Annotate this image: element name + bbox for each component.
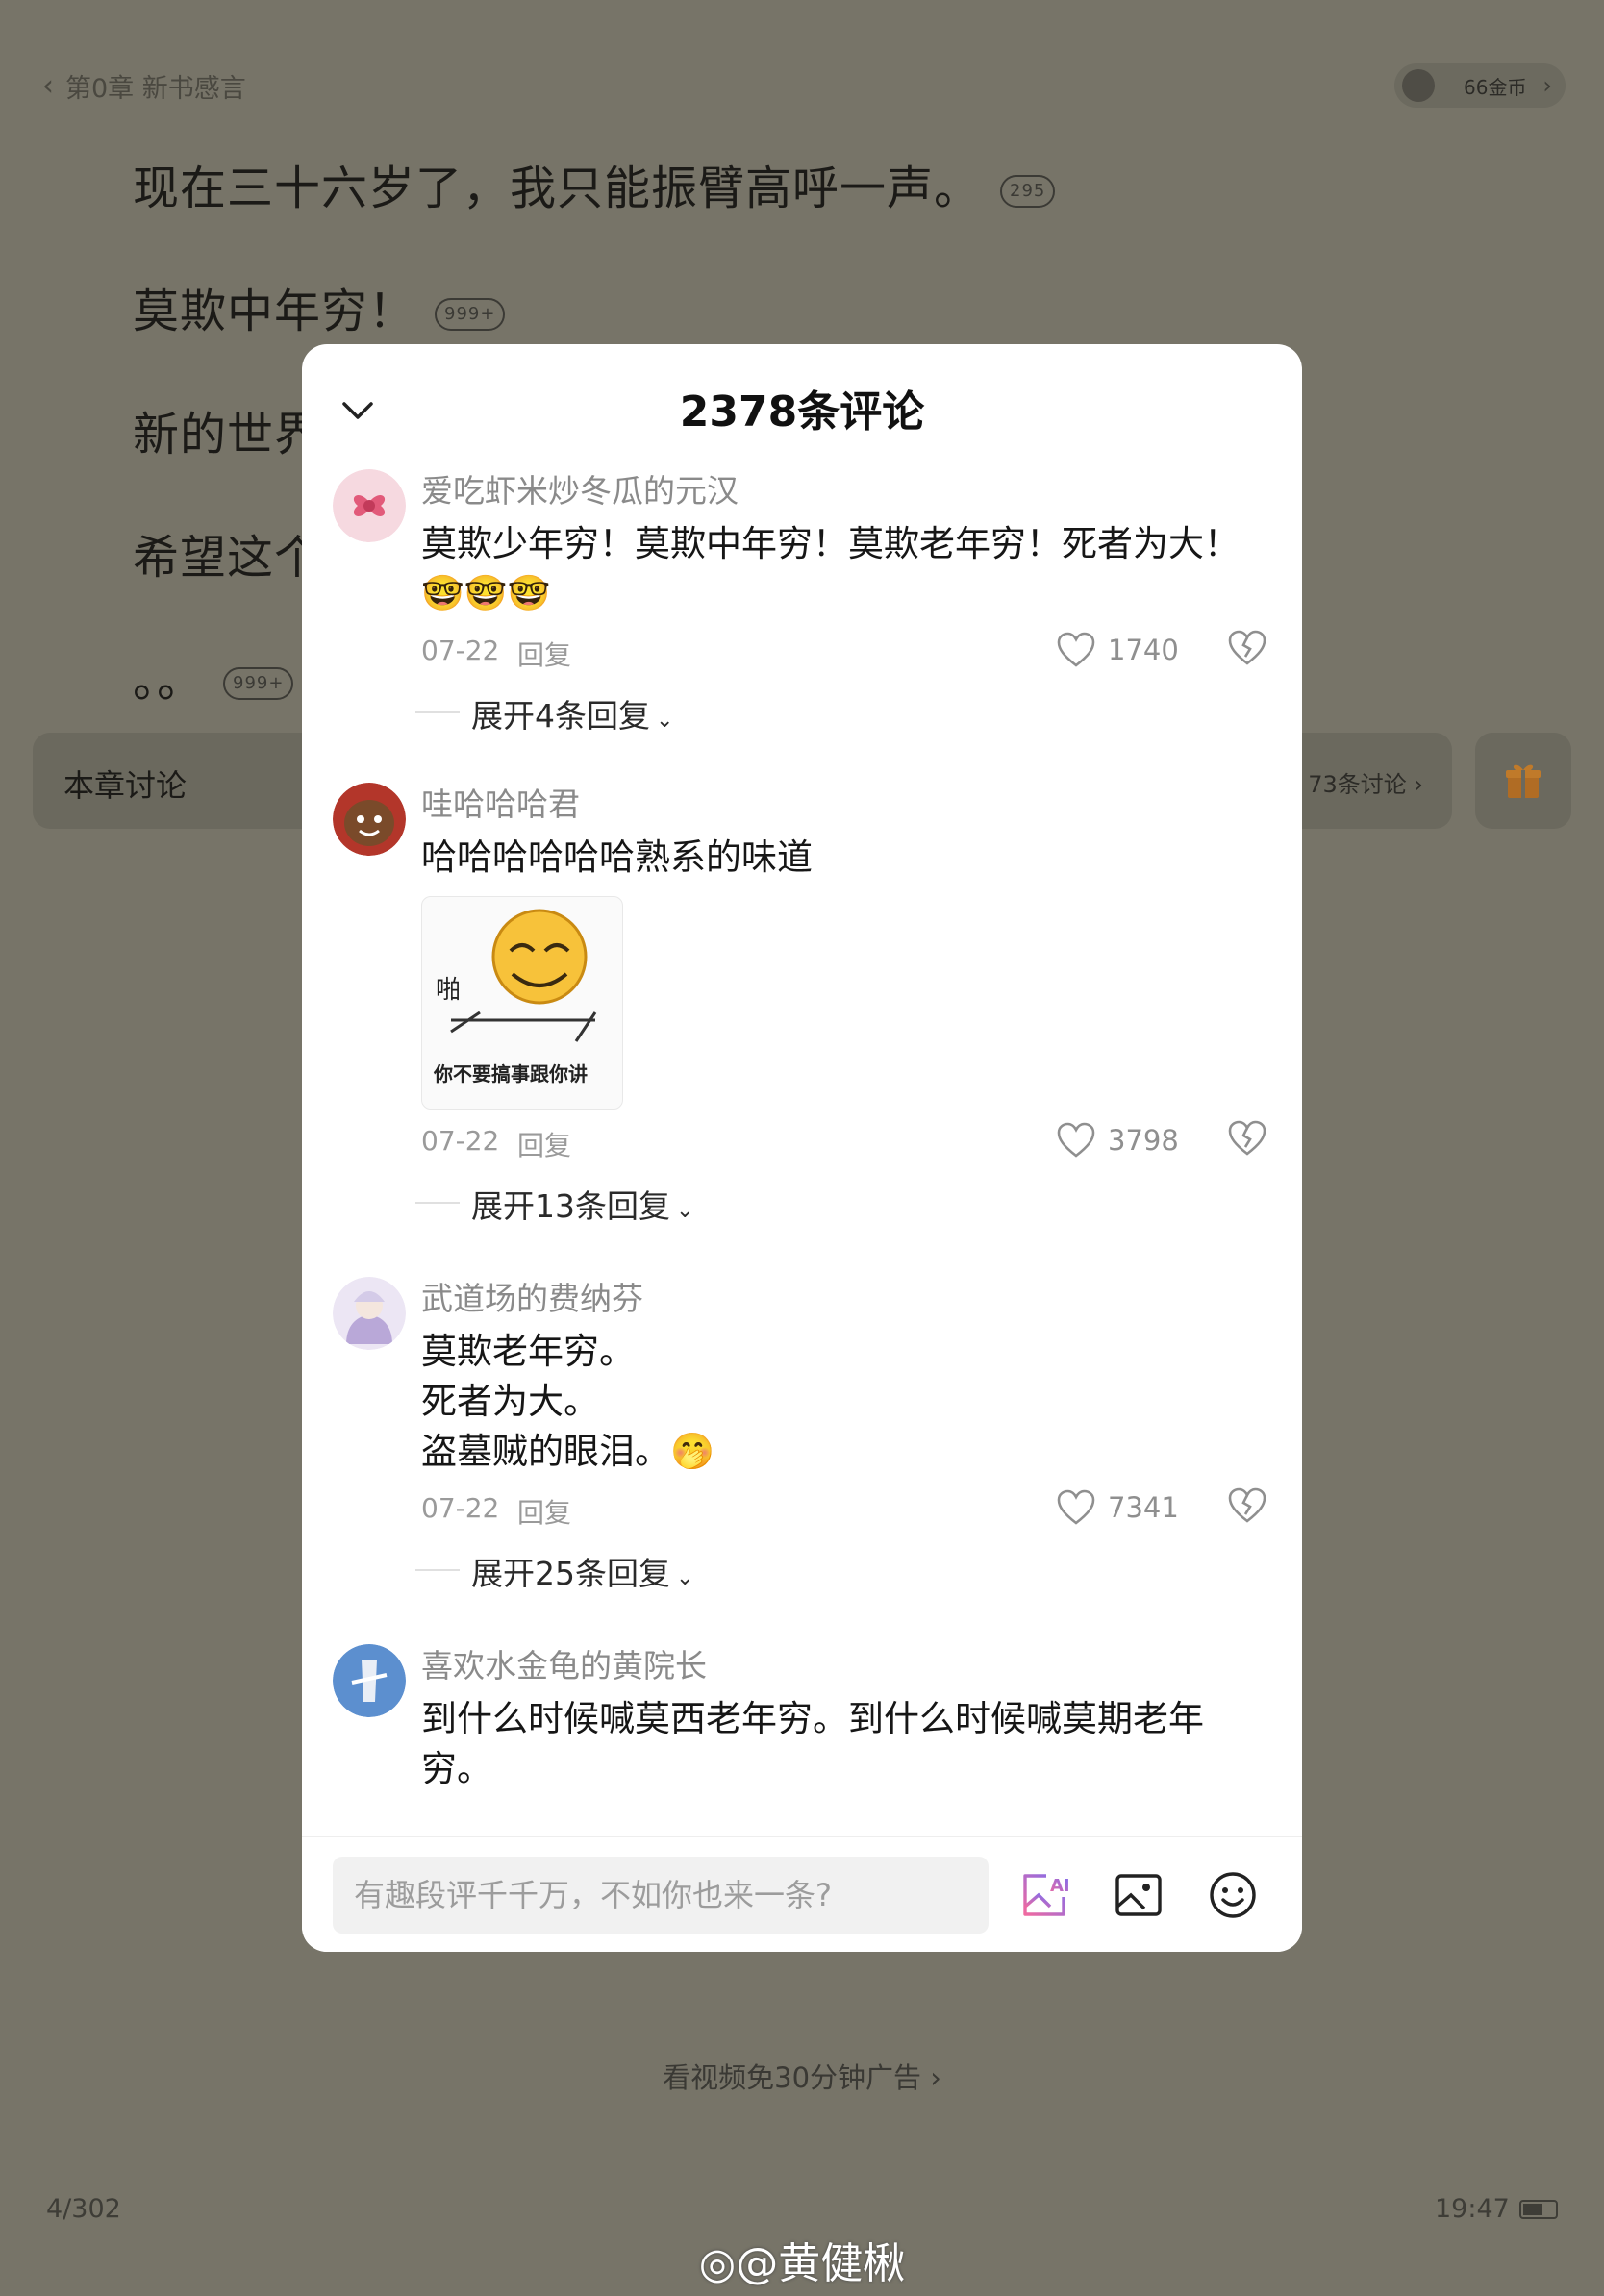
comment-meta: 07-22 回复 7341 xyxy=(421,1485,1267,1533)
comment-text[interactable]: 莫欺少年穷！莫欺中年穷！莫欺老年穷！死者为大！ xyxy=(421,519,1267,569)
expand-replies-button[interactable]: 展开25条回复 ⌄ xyxy=(415,1544,1267,1592)
gift-icon xyxy=(1506,764,1541,798)
chapter-discussion-count: 73条讨论 › xyxy=(1308,771,1423,798)
expand-replies-label: 展开4条回复 xyxy=(471,697,650,735)
meme-caption: 你不要搞事跟你讲 xyxy=(434,1062,588,1086)
chapter-title: 第0章 新书感言 xyxy=(65,73,246,104)
meme-image[interactable]: 啪 你不要搞事跟你讲 xyxy=(421,896,623,1110)
expand-replies-button[interactable]: 展开4条回复 ⌄ xyxy=(415,686,1267,735)
comment-list[interactable]: 爱吃虾米炒冬瓜的元汉 莫欺少年穷！莫欺中年穷！莫欺老年穷！死者为大！ 🤓🤓🤓 0… xyxy=(302,469,1302,1836)
paragraph[interactable]: 希望这个 xyxy=(133,519,321,586)
divider xyxy=(415,711,460,713)
dislike-button[interactable] xyxy=(1227,1119,1267,1161)
back-chevron-icon[interactable]: ‹ xyxy=(42,69,54,103)
comment-meta: 07-22 回复 1740 xyxy=(421,627,1267,675)
reply-button[interactable]: 回复 xyxy=(517,1125,571,1163)
broken-heart-icon xyxy=(1228,1120,1266,1156)
heart-icon xyxy=(1057,1489,1095,1525)
paragraph[interactable]: 。。 999+ xyxy=(133,642,294,710)
reply-button[interactable]: 回复 xyxy=(517,635,571,673)
avatar[interactable] xyxy=(333,783,406,856)
paragraph[interactable]: 莫欺中年穷！ 999+ xyxy=(133,273,506,340)
heart-icon xyxy=(1057,1122,1095,1158)
comment-date: 07-22 xyxy=(421,635,500,666)
comment-bubble-icon[interactable]: 999+ xyxy=(223,667,294,700)
reply-button[interactable]: 回复 xyxy=(517,1492,571,1531)
like-button[interactable]: 7341 xyxy=(1056,1488,1179,1527)
comment-body: 哇哈哈哈君 哈哈哈哈哈哈熟系的味道 啪 你不要搞事跟你讲 07-22 回复 37… xyxy=(415,783,1267,1225)
dislike-button[interactable] xyxy=(1227,1486,1267,1529)
chevron-down-icon: ⌄ xyxy=(656,709,674,733)
like-count: 3798 xyxy=(1108,1124,1179,1157)
divider xyxy=(415,1202,460,1204)
comment-emojis: 🤓🤓🤓 xyxy=(421,574,551,613)
chevron-down-icon: ⌄ xyxy=(676,1199,694,1223)
broken-heart-icon xyxy=(1228,1487,1266,1523)
ad-text: 看视频免30分钟广告 xyxy=(663,2061,922,2094)
comment-body: 喜欢水金龟的黄院长 到什么时候喊莫西老年穷。到什么时候喊莫期老年 穷。 xyxy=(421,1644,1267,1794)
svg-text:AI: AI xyxy=(1050,1876,1070,1896)
meme-side-text: 啪 xyxy=(436,976,462,1005)
modal-header: 2378条评论 xyxy=(302,344,1302,469)
modal-title: 2378条评论 xyxy=(679,387,925,437)
divider xyxy=(415,1569,460,1571)
comment-body: 爱吃虾米炒冬瓜的元汉 莫欺少年穷！莫欺中年穷！莫欺老年穷！死者为大！ 🤓🤓🤓 0… xyxy=(415,469,1267,735)
dislike-button[interactable] xyxy=(1227,629,1267,671)
comment-input-bar: 有趣段评千千万，不如你也来一条? AI xyxy=(302,1836,1302,1952)
chevron-down-icon: ⌄ xyxy=(676,1566,694,1590)
comment-username[interactable]: 喜欢水金龟的黄院长 xyxy=(421,1644,1267,1688)
image-icon[interactable] xyxy=(1112,1868,1165,1922)
clock: 19:47 xyxy=(1435,2194,1510,2224)
coin-balance-button[interactable]: 66金币 › xyxy=(1394,63,1566,108)
watermark-text: @黄健楸 xyxy=(736,2239,906,2288)
comment-username[interactable]: 爱吃虾米炒冬瓜的元汉 xyxy=(421,469,1267,513)
expand-replies-label: 展开25条回复 xyxy=(471,1555,670,1592)
comment-date: 07-22 xyxy=(421,1492,500,1524)
comment-bubble-icon[interactable]: 999+ xyxy=(435,298,506,331)
paragraph-text: 新的世界 xyxy=(133,408,322,462)
comment-username[interactable]: 武道场的费纳芬 xyxy=(421,1277,1267,1321)
paragraph-text: 希望这个 xyxy=(133,531,322,585)
chevron-right-icon: › xyxy=(1542,72,1552,99)
page-indicator: 4/302 xyxy=(46,2194,121,2224)
like-button[interactable]: 1740 xyxy=(1056,631,1179,669)
chevron-right-icon: › xyxy=(930,2061,941,2094)
paragraph-text: 现在三十六岁了，我只能振臂高呼一声。 xyxy=(133,162,982,215)
chapter-header[interactable]: ‹ 第0章 新书感言 xyxy=(42,63,246,108)
chapter-discussion-label: 本章讨论 xyxy=(63,767,188,804)
comment-bubble-icon[interactable]: 295 xyxy=(1000,175,1056,208)
coin-balance: 66金币 xyxy=(1464,75,1527,99)
coin-icon xyxy=(1402,69,1435,102)
expand-replies-label: 展开13条回复 xyxy=(471,1187,670,1225)
watch-video-ad-link[interactable]: 看视频免30分钟广告 › xyxy=(0,2056,1604,2096)
expand-replies-button[interactable]: 展开13条回复 ⌄ xyxy=(415,1177,1267,1225)
like-button[interactable]: 3798 xyxy=(1056,1121,1179,1160)
avatar[interactable] xyxy=(333,1644,406,1717)
like-count: 7341 xyxy=(1108,1491,1179,1524)
like-count: 1740 xyxy=(1108,634,1179,666)
comment-text[interactable]: 哈哈哈哈哈哈熟系的味道 xyxy=(421,833,1267,883)
watermark: ◎@黄健楸 xyxy=(0,2229,1604,2290)
broken-heart-icon xyxy=(1228,630,1266,665)
paragraph[interactable]: 现在三十六岁了，我只能振臂高呼一声。 295 xyxy=(133,150,1056,217)
avatar[interactable] xyxy=(333,469,406,542)
comment-username[interactable]: 哇哈哈哈君 xyxy=(421,783,1267,827)
comment-body: 武道场的费纳芬 莫欺老年穷。 死者为大。 盗墓贼的眼泪。🤭 07-22 回复 7… xyxy=(415,1277,1267,1592)
comment-input[interactable]: 有趣段评千千万，不如你也来一条? xyxy=(333,1857,989,1934)
comment-text[interactable]: 莫欺老年穷。 死者为大。 盗墓贼的眼泪。🤭 xyxy=(421,1327,1267,1477)
avatar[interactable] xyxy=(333,1277,406,1350)
paragraph-text: 。。 xyxy=(133,654,205,708)
ai-image-icon[interactable]: AI xyxy=(1017,1868,1071,1922)
battery-icon xyxy=(1519,2200,1558,2219)
heart-icon xyxy=(1057,632,1095,667)
paragraph[interactable]: 新的世界 xyxy=(133,396,321,463)
comment-text[interactable]: 到什么时候喊莫西老年穷。到什么时候喊莫期老年 穷。 xyxy=(421,1694,1267,1794)
comment-meta: 07-22 回复 3798 xyxy=(421,1117,1267,1165)
weibo-icon: ◎ xyxy=(698,2239,737,2288)
comments-modal: 2378条评论 爱吃虾米炒冬瓜的元汉 莫欺少年穷！莫欺中年穷！莫欺老年穷！死者为… xyxy=(302,344,1302,1952)
paragraph-text: 莫欺中年穷！ xyxy=(133,285,416,338)
emoji-icon[interactable] xyxy=(1206,1868,1260,1922)
gift-button[interactable] xyxy=(1475,733,1571,829)
comment-date: 07-22 xyxy=(421,1125,500,1157)
